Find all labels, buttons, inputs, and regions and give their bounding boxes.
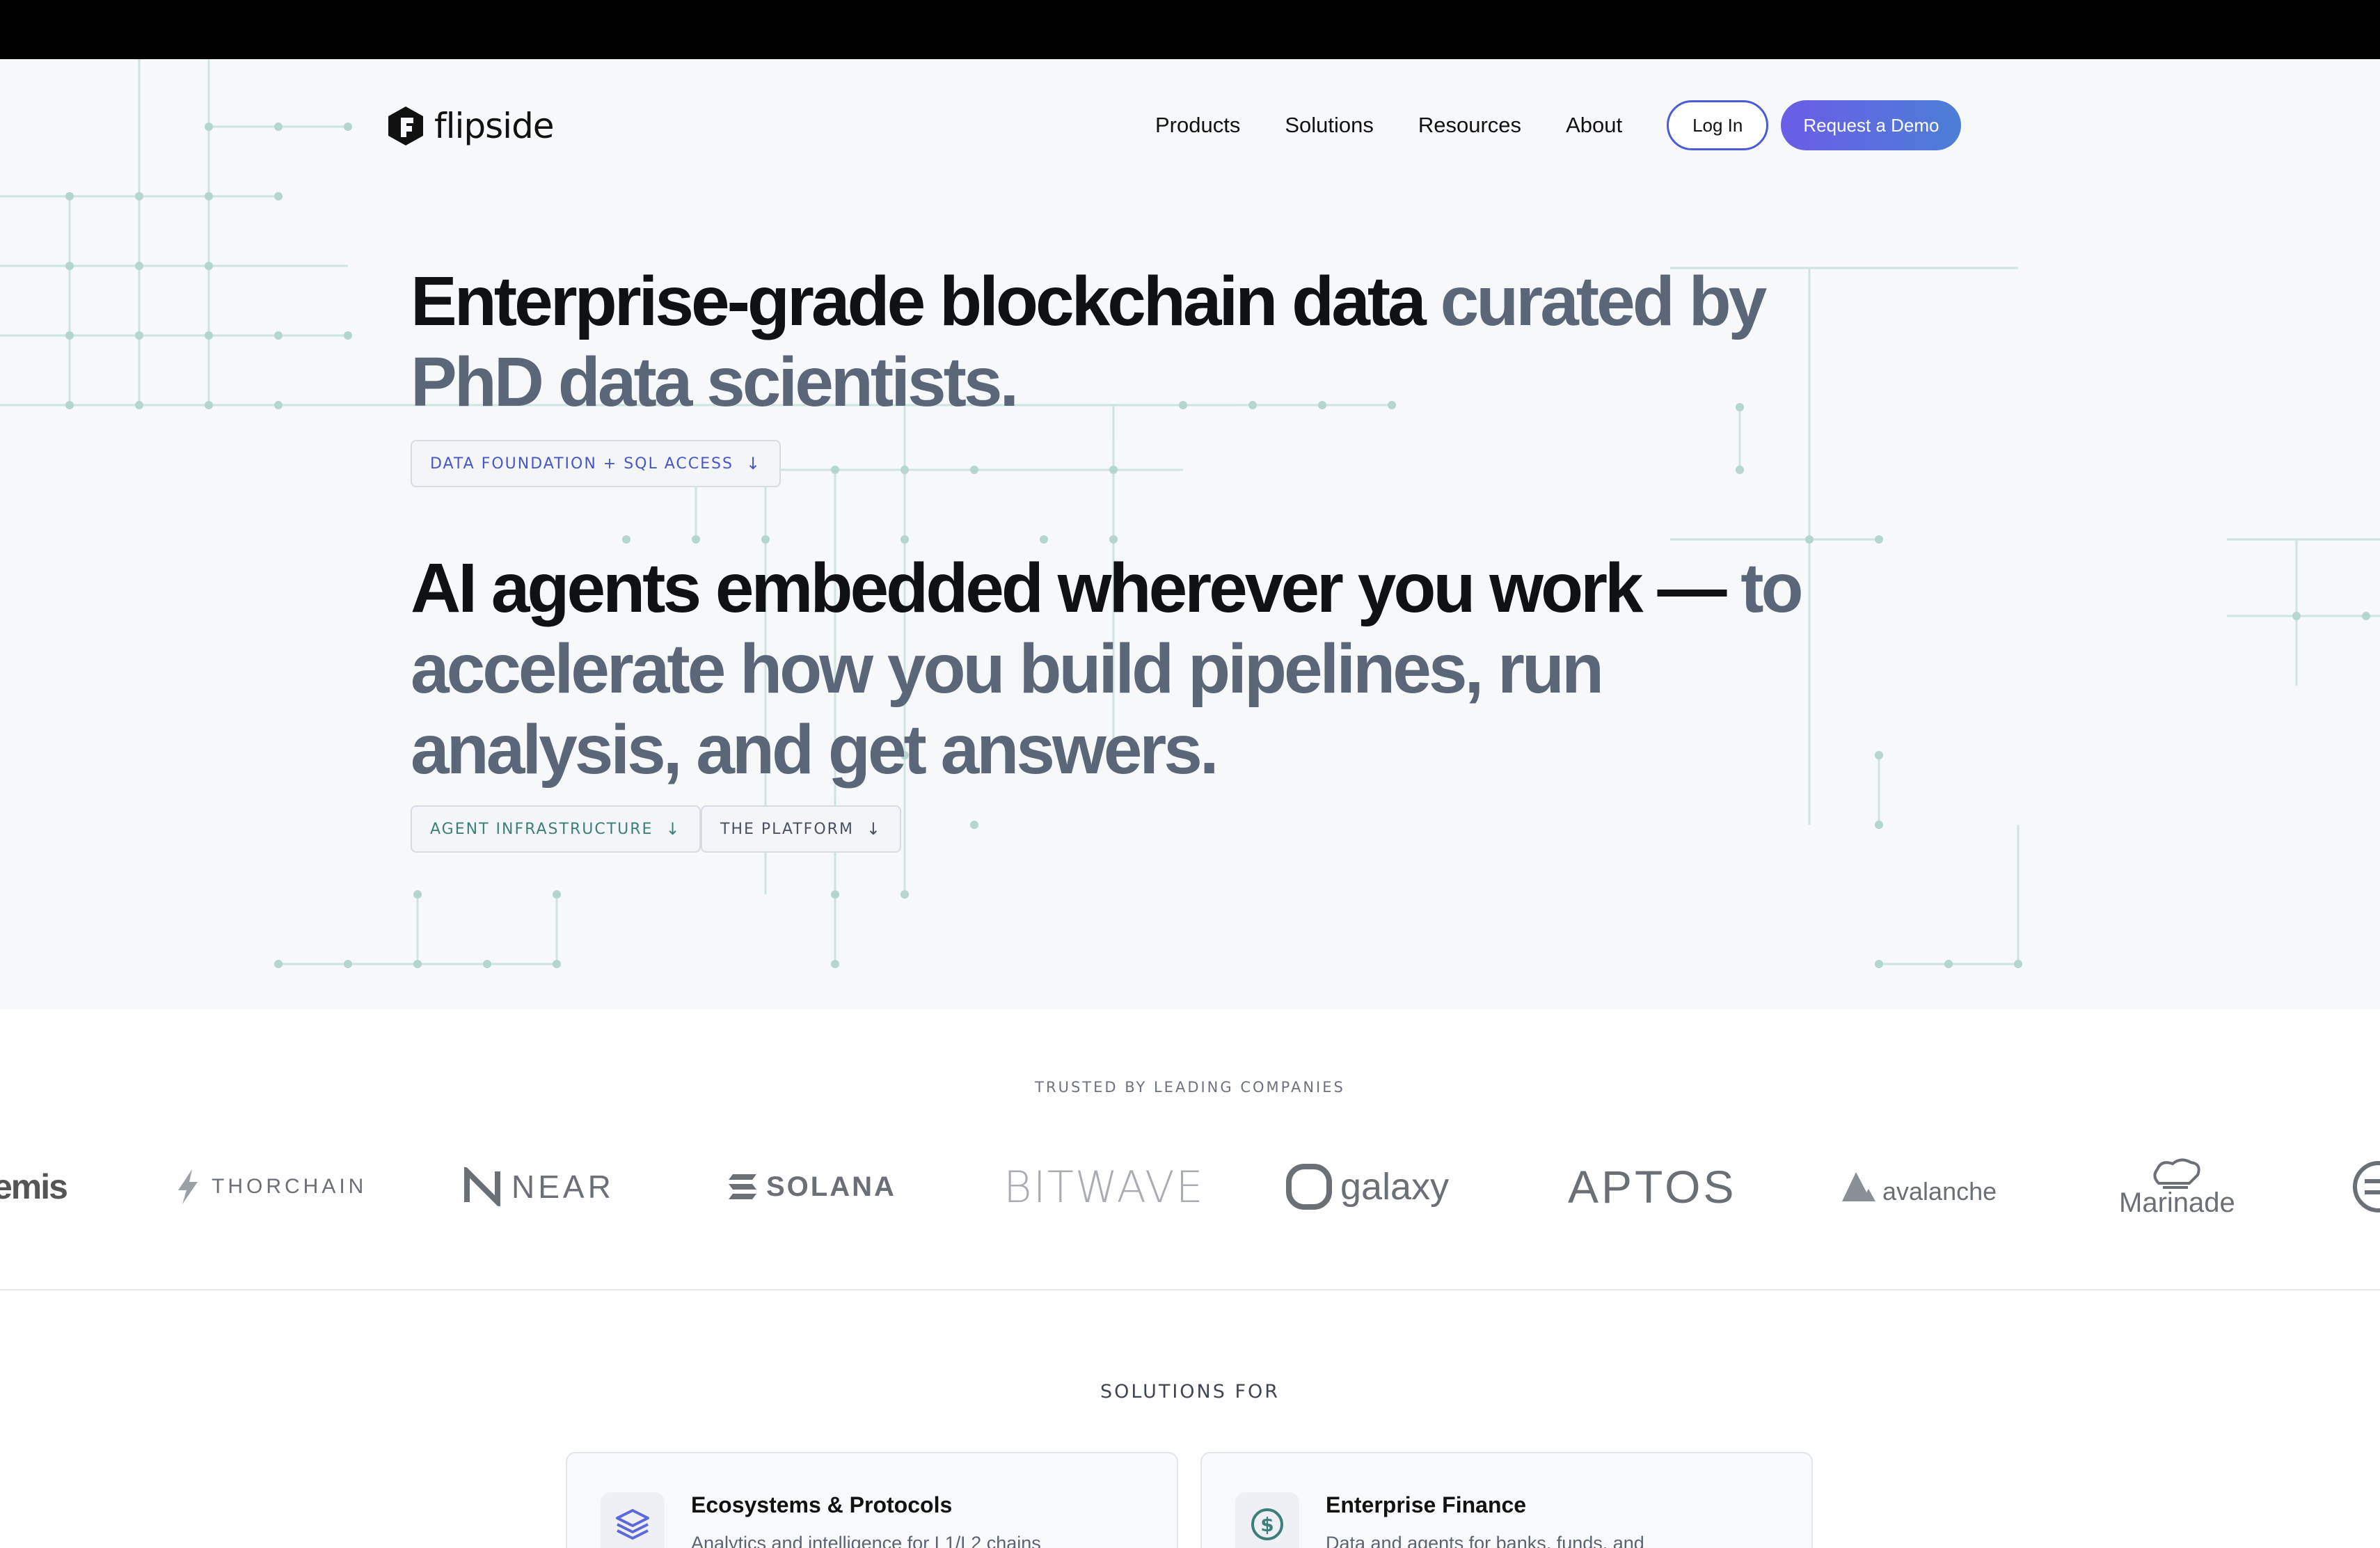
- platform-label: THE PLATFORM: [720, 820, 854, 838]
- data-foundation-label: DATA FOUNDATION + SQL ACCESS: [430, 455, 733, 473]
- circuit-grid-background: [0, 59, 2380, 968]
- partial-circle-logo: [2351, 1142, 2380, 1232]
- logo-text: flipside: [434, 106, 555, 146]
- avalanche-logo-text: avalanche: [1882, 1177, 1997, 1206]
- marinade-logo: Marinade: [2119, 1142, 2235, 1232]
- hero-headline-secondary: AI agents embedded wherever you work — t…: [411, 548, 1844, 790]
- aptos-logo: APTOS: [1568, 1161, 1737, 1213]
- login-button[interactable]: Log In: [1667, 100, 1769, 150]
- artemis-logo: emis: [0, 1167, 68, 1206]
- thorchain-logo: THORCHAIN: [174, 1142, 367, 1232]
- galaxy-ring-icon: [1286, 1164, 1332, 1210]
- flipside-logo[interactable]: flipside: [387, 105, 555, 147]
- avalanche-logo: avalanche: [1841, 1142, 1997, 1232]
- agent-infrastructure-label: AGENT INFRASTRUCTURE: [430, 820, 653, 838]
- arrow-down-icon: ↓: [745, 454, 762, 473]
- nav-resources[interactable]: Resources: [1418, 113, 1521, 138]
- main-nav: Products Solutions Resources About Log I…: [1155, 100, 1962, 151]
- flipside-logo-icon: [388, 106, 423, 145]
- solution-card-ecosystems[interactable]: Ecosystems & Protocols Analytics and int…: [566, 1452, 1178, 1548]
- galaxy-logo-text: galaxy: [1340, 1166, 1450, 1208]
- dollar-circle-icon: $: [1235, 1492, 1299, 1548]
- card-title: Enterprise Finance: [1326, 1492, 1527, 1517]
- arrow-down-icon: ↓: [866, 819, 882, 839]
- nav-about[interactable]: About: [1566, 113, 1622, 138]
- request-demo-button[interactable]: Request a Demo: [1781, 100, 1962, 150]
- layers-icon: [601, 1492, 665, 1548]
- thorchain-bolt-icon: [178, 1169, 198, 1204]
- arrow-down-icon: ↓: [665, 819, 681, 839]
- marinade-chef-hat-icon: [2153, 1158, 2200, 1189]
- data-foundation-pill[interactable]: DATA FOUNDATION + SQL ACCESS ↓: [411, 440, 782, 487]
- near-logo-text: NEAR: [511, 1169, 614, 1205]
- card-description: Analytics and intelligence for L1/L2 cha…: [691, 1533, 1041, 1548]
- avalanche-triangle-icon: [1842, 1172, 1875, 1201]
- hero-section: flipside Products Solutions Resources Ab…: [0, 59, 2380, 1009]
- headline1-dark-text: Enterprise-grade blockchain data: [411, 262, 1441, 340]
- solana-bars-icon: [729, 1174, 756, 1199]
- circle-logo-icon: [2353, 1161, 2380, 1213]
- marinade-logo-text: Marinade: [2119, 1187, 2235, 1218]
- card-description: Data and agents for banks, funds, and: [1326, 1533, 1644, 1548]
- near-logo: NEAR: [463, 1142, 614, 1232]
- solution-card-enterprise-finance[interactable]: $ Enterprise Finance Data and agents for…: [1200, 1452, 1813, 1548]
- solana-logo: SOLANA: [727, 1142, 896, 1232]
- solutions-for-label: SOLUTIONS FOR: [1100, 1381, 1280, 1403]
- partner-logo-strip: emis THORCHAIN NEAR SOLANA BITWAVE galax…: [0, 1142, 2380, 1232]
- galaxy-logo: galaxy: [1285, 1142, 1449, 1232]
- near-n-icon: [464, 1167, 500, 1206]
- section-divider: [0, 1289, 2380, 1290]
- solana-logo-text: SOLANA: [766, 1171, 896, 1202]
- nav-products[interactable]: Products: [1155, 113, 1240, 138]
- headline2-dark-text: AI agents embedded wherever you work —: [411, 549, 1741, 627]
- agent-infrastructure-pill[interactable]: AGENT INFRASTRUCTURE ↓: [411, 805, 701, 853]
- svg-text:$: $: [1260, 1513, 1274, 1536]
- bitwave-logo: BITWAVE: [1003, 1161, 1205, 1213]
- thorchain-logo-text: THORCHAIN: [212, 1175, 367, 1198]
- hero-headline-primary: Enterprise-grade blockchain data curated…: [411, 261, 1844, 422]
- card-title: Ecosystems & Protocols: [691, 1492, 953, 1517]
- browser-top-bar: [0, 0, 2380, 59]
- platform-pill[interactable]: THE PLATFORM ↓: [701, 805, 902, 853]
- nav-solutions[interactable]: Solutions: [1285, 113, 1374, 138]
- trusted-by-label: TRUSTED BY LEADING COMPANIES: [1035, 1079, 1345, 1096]
